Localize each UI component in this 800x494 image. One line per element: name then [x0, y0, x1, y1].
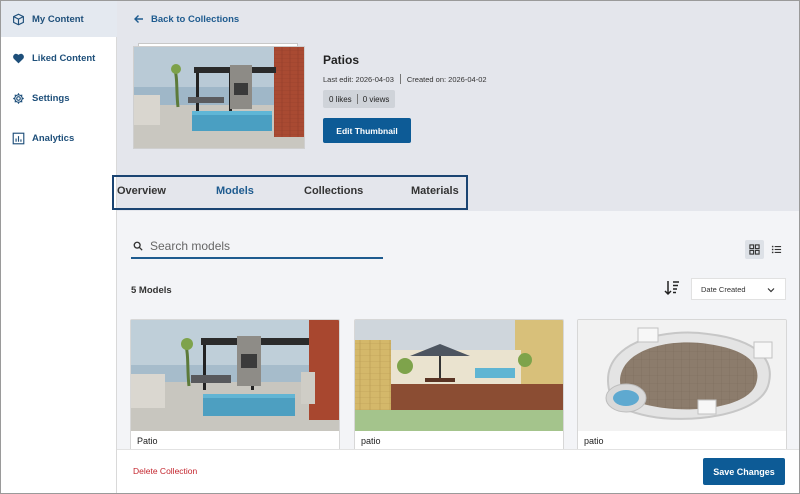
sidebar: My Content Liked Content Settings Analyt…: [1, 1, 117, 493]
sidebar-item-label: Analytics: [32, 132, 75, 144]
created-on-date: Created on: 2026-04-02: [406, 74, 487, 84]
heart-icon: [12, 52, 25, 65]
stats-badge: 0 likes 0 views: [323, 90, 396, 108]
model-thumbnail: [578, 320, 786, 431]
back-link-label: Back to Collections: [151, 13, 240, 25]
grid-icon: [749, 244, 760, 255]
sidebar-item-label: My Content: [32, 13, 84, 25]
sidebar-item-label: Liked Content: [32, 52, 96, 64]
list-icon: [771, 245, 782, 254]
model-thumbnail: [355, 320, 563, 431]
collection-meta: Last edit: 2026-04-03 Created on: 2026-0…: [323, 74, 487, 84]
search-input[interactable]: [150, 238, 370, 253]
tab-bar: Overview Models Collections Materials: [112, 175, 468, 210]
back-to-collections-link[interactable]: Back to Collections: [133, 13, 239, 25]
model-name: patio: [584, 436, 604, 446]
search-icon: [133, 241, 143, 251]
thumbnail-image: [133, 46, 305, 149]
sidebar-item-analytics[interactable]: Analytics: [1, 120, 117, 156]
arrow-left-icon: [134, 15, 143, 23]
model-card[interactable]: Patio: [130, 319, 340, 449]
tab-overview[interactable]: Overview: [117, 185, 166, 197]
gear-icon: [12, 92, 25, 105]
bar-chart-icon: [12, 132, 25, 145]
sort-order-icon[interactable]: [663, 279, 681, 297]
tab-models[interactable]: Models: [216, 185, 254, 197]
tab-materials[interactable]: Materials: [411, 185, 459, 197]
last-edit-date: Last edit: 2026-04-03: [323, 74, 394, 84]
edit-thumbnail-button[interactable]: Edit Thumbnail: [323, 118, 411, 143]
action-footer: Delete Collection Save Changes: [117, 449, 799, 493]
sidebar-item-my-content[interactable]: My Content: [1, 1, 117, 37]
collection-thumbnail: [133, 43, 305, 149]
model-thumbnail: [131, 320, 339, 431]
model-card[interactable]: patio: [354, 319, 564, 449]
save-changes-button[interactable]: Save Changes: [703, 458, 785, 485]
sort-dropdown-value: Date Created: [701, 284, 746, 294]
meta-divider: [399, 74, 401, 84]
chevron-down-icon: [767, 288, 775, 293]
likes-count: 0 likes: [329, 94, 352, 104]
delete-collection-button[interactable]: Delete Collection: [133, 466, 197, 476]
model-name: Patio: [137, 436, 158, 446]
cube-icon: [12, 13, 25, 26]
model-card[interactable]: patio: [577, 319, 787, 449]
search-bar: [131, 234, 383, 259]
models-panel: 5 Models Date Created: [117, 211, 799, 449]
collection-title: Patios: [323, 53, 360, 67]
sidebar-item-label: Settings: [32, 92, 70, 104]
tab-collections[interactable]: Collections: [304, 185, 363, 197]
sidebar-item-settings[interactable]: Settings: [1, 80, 117, 116]
stats-divider: [356, 94, 358, 104]
views-count: 0 views: [362, 94, 390, 104]
sidebar-item-liked-content[interactable]: Liked Content: [1, 40, 117, 76]
grid-view-button[interactable]: [745, 240, 764, 259]
list-view-button[interactable]: [767, 240, 786, 259]
models-count: 5 Models: [131, 285, 172, 296]
sort-dropdown[interactable]: Date Created: [691, 278, 786, 300]
model-name: patio: [361, 436, 381, 446]
